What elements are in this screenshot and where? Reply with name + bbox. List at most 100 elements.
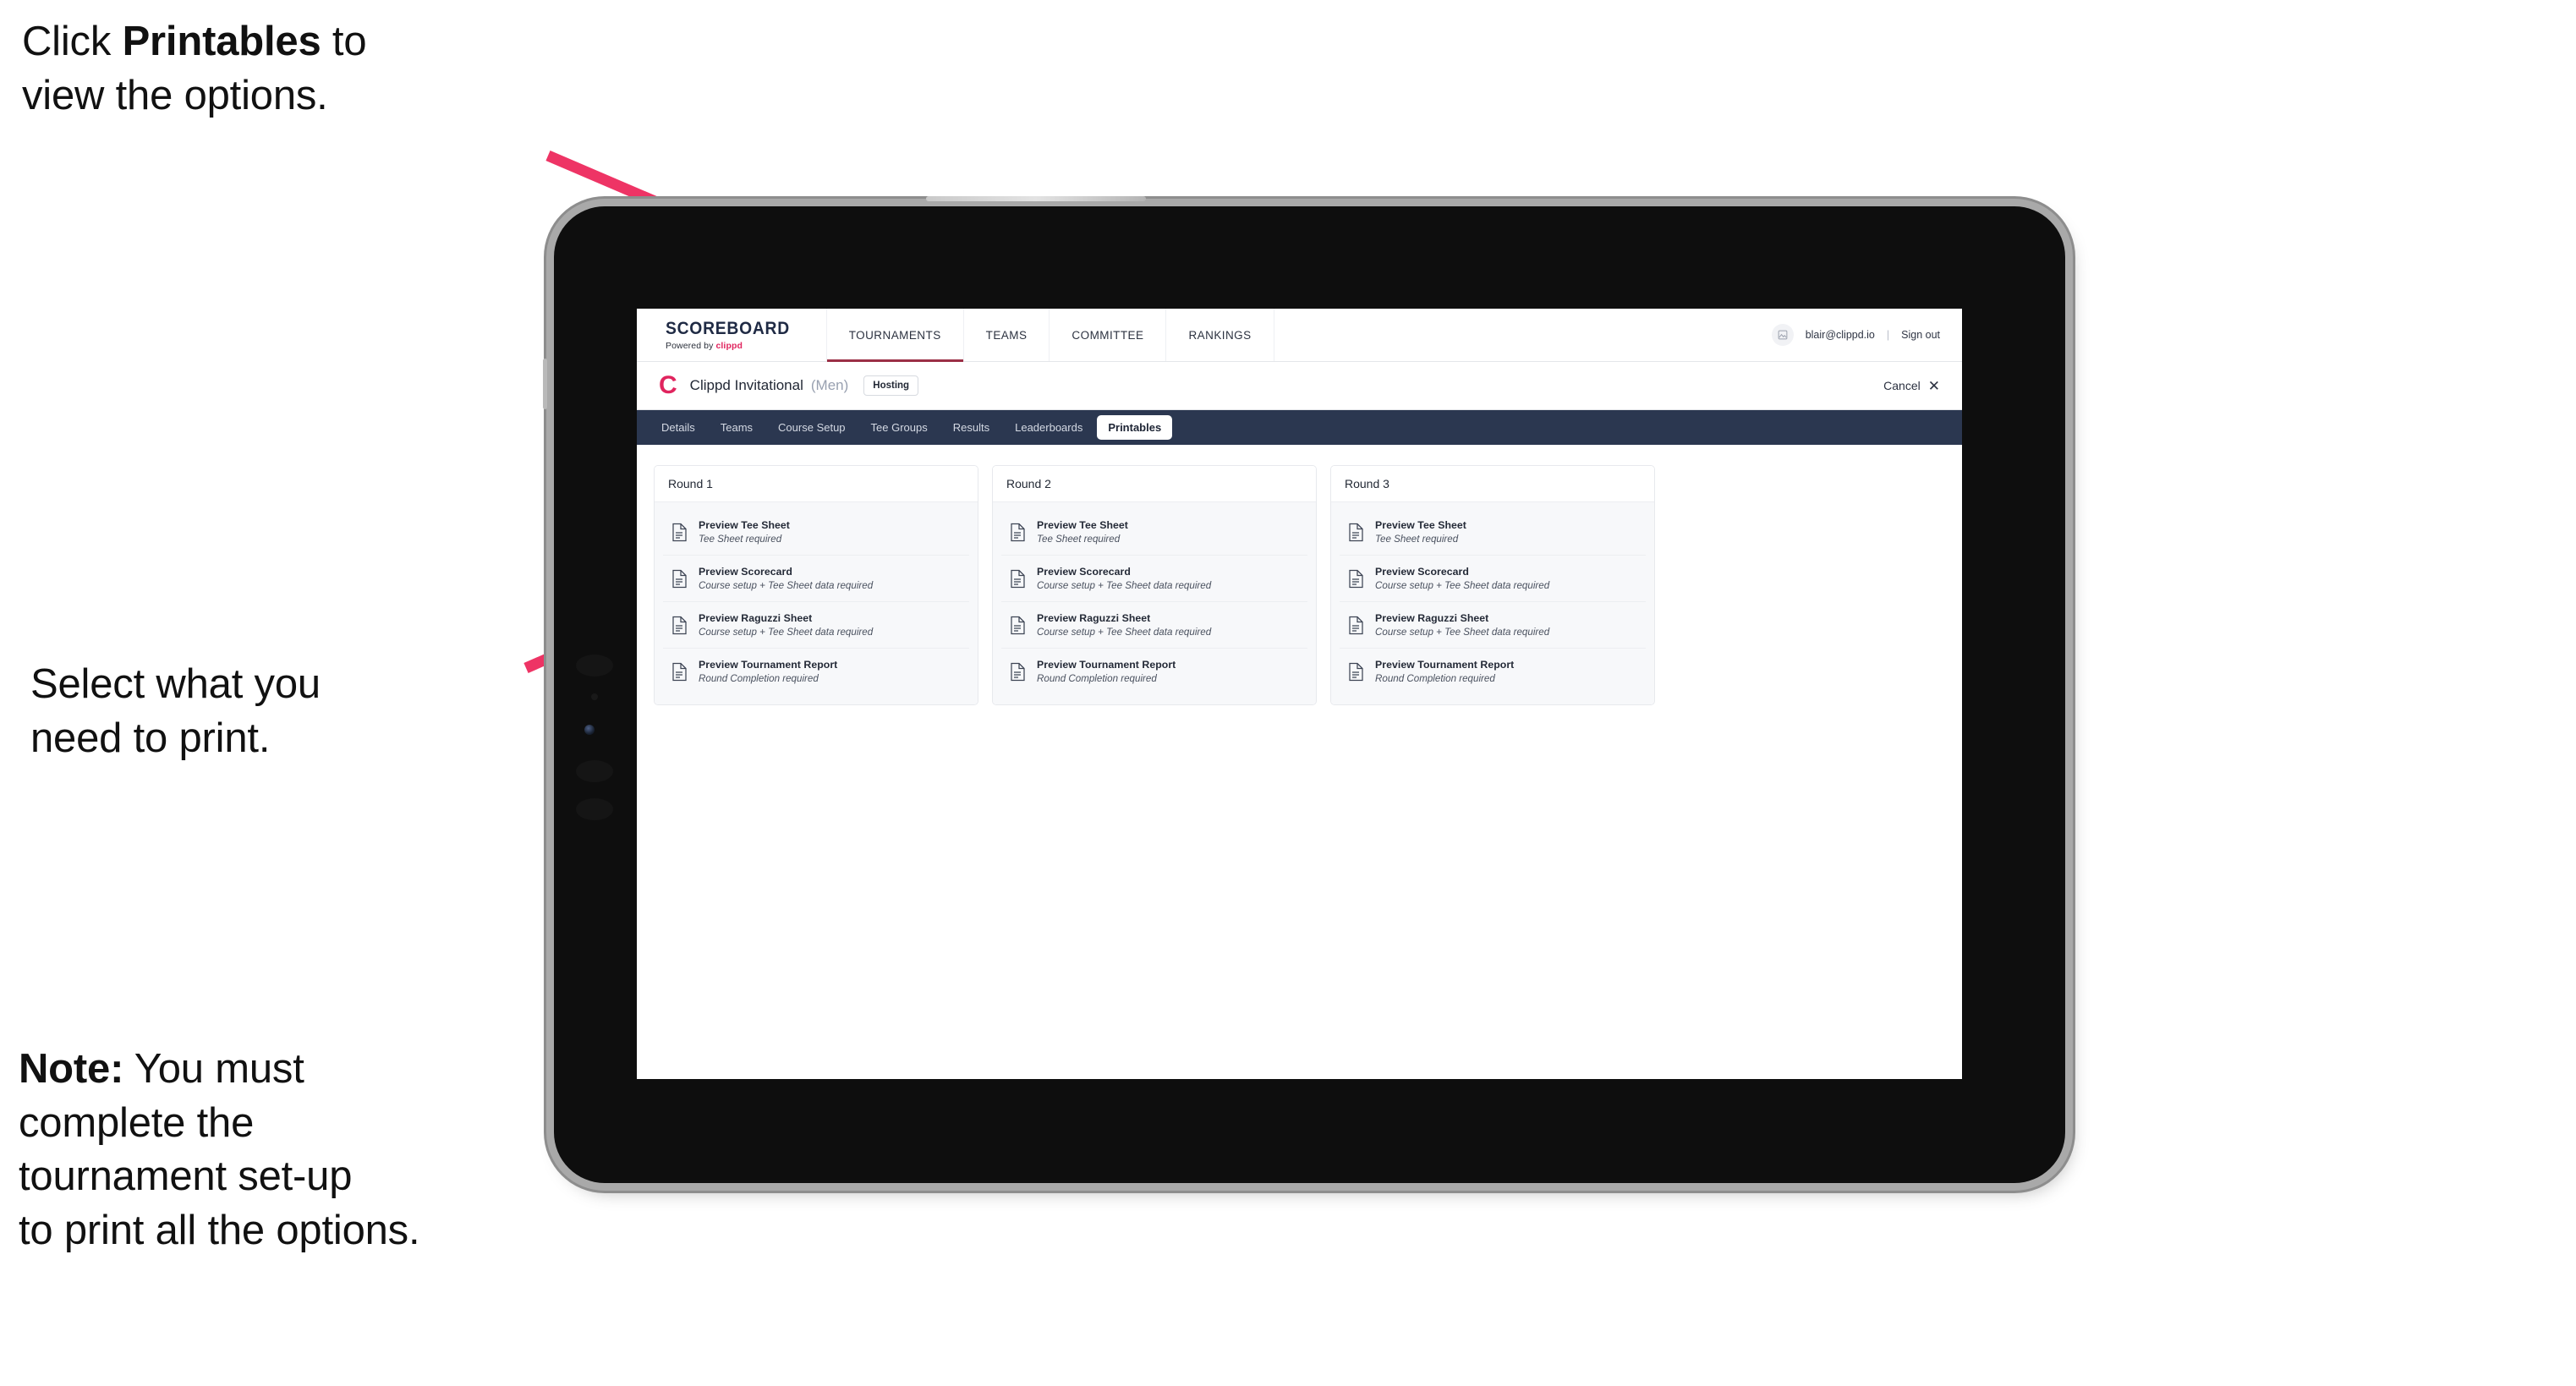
printable-requirement: Tee Sheet required xyxy=(699,534,782,545)
tablet-speaker-dot xyxy=(576,760,613,782)
app-screen: SCOREBOARD Powered by clippd TOURNAMENTS… xyxy=(637,309,1962,1079)
document-icon xyxy=(1010,569,1026,589)
app-top-bar: SCOREBOARD Powered by clippd TOURNAMENTS… xyxy=(637,309,1962,362)
brand-clippd-name: clippd xyxy=(715,340,743,351)
printable-requirement: Round Completion required xyxy=(1037,673,1157,684)
round-heading: Round 1 xyxy=(655,466,978,502)
tab-teams[interactable]: Teams xyxy=(710,415,764,440)
printable-requirement: Course setup + Tee Sheet data required xyxy=(699,627,874,638)
tablet-speaker-dot xyxy=(576,655,613,677)
round-items-list: Preview Tee Sheet Tee Sheet required Pre… xyxy=(1331,502,1654,704)
printable-title: Preview Scorecard xyxy=(1375,566,1469,578)
tab-results[interactable]: Results xyxy=(942,415,1000,440)
printable-row-tee-sheet[interactable]: Preview Tee Sheet Tee Sheet required xyxy=(1001,509,1307,556)
brand-logo[interactable]: SCOREBOARD Powered by clippd xyxy=(637,309,827,361)
round-column: Round 2 Preview Tee Sheet Tee Sheet requ… xyxy=(992,465,1317,705)
printable-row-tournament-report[interactable]: Preview Tournament Report Round Completi… xyxy=(663,649,969,694)
printable-title: Preview Scorecard xyxy=(699,566,792,578)
callout-select-what-to-print: Select what you need to print. xyxy=(30,661,321,761)
document-icon xyxy=(671,569,688,589)
printable-requirement: Round Completion required xyxy=(699,673,819,684)
document-icon xyxy=(1348,616,1364,635)
document-icon xyxy=(1010,523,1026,542)
printable-title: Preview Scorecard xyxy=(1037,566,1131,578)
round-items-list: Preview Tee Sheet Tee Sheet required Pre… xyxy=(655,502,978,704)
tab-printables[interactable]: Printables xyxy=(1097,415,1173,440)
printable-row-tournament-report[interactable]: Preview Tournament Report Round Completi… xyxy=(1001,649,1307,694)
document-icon xyxy=(1348,569,1364,589)
printable-title: Preview Tournament Report xyxy=(1037,659,1176,671)
tablet-front-camera-icon xyxy=(584,725,595,735)
printable-requirement: Course setup + Tee Sheet data required xyxy=(1375,627,1550,638)
tournament-gender: (Men) xyxy=(810,377,849,393)
tab-leaderboards[interactable]: Leaderboards xyxy=(1004,415,1093,440)
tournament-name: Clippd Invitational xyxy=(689,377,803,393)
tablet-speaker-dot xyxy=(576,798,613,820)
tablet-side-button xyxy=(543,359,547,409)
document-icon xyxy=(1348,523,1364,542)
cancel-label: Cancel xyxy=(1883,379,1921,392)
printable-requirement: Course setup + Tee Sheet data required xyxy=(699,580,874,591)
printable-title: Preview Tournament Report xyxy=(1375,659,1515,671)
document-icon xyxy=(671,616,688,635)
tournament-header-bar: C Clippd Invitational (Men) Hosting Canc… xyxy=(637,362,1962,410)
brand-title: SCOREBOARD xyxy=(666,318,790,338)
brand-subtitle: Powered by clippd xyxy=(666,341,801,351)
printable-requirement: Round Completion required xyxy=(1375,673,1495,684)
printable-title: Preview Tee Sheet xyxy=(699,519,790,531)
printable-row-scorecard[interactable]: Preview Scorecard Course setup + Tee She… xyxy=(1340,556,1646,602)
round-column: Round 1 Preview Tee Sheet Tee Sheet requ… xyxy=(654,465,978,705)
printable-title: Preview Raguzzi Sheet xyxy=(1375,612,1489,624)
nav-item-teams[interactable]: TEAMS xyxy=(964,309,1050,361)
callout-click-bold: Printables xyxy=(122,19,321,64)
printable-requirement: Tee Sheet required xyxy=(1037,534,1121,545)
document-icon xyxy=(1010,662,1026,682)
round-heading: Round 3 xyxy=(1331,466,1654,502)
printable-row-raguzzi-sheet[interactable]: Preview Raguzzi Sheet Course setup + Tee… xyxy=(1001,602,1307,649)
close-icon: ✕ xyxy=(1927,377,1940,394)
account-separator: | xyxy=(1886,329,1890,341)
tablet-device-frame: SCOREBOARD Powered by clippd TOURNAMENTS… xyxy=(543,196,2065,1183)
tournament-sub-nav: Details Teams Course Setup Tee Groups Re… xyxy=(637,410,1962,445)
nav-item-rankings[interactable]: RANKINGS xyxy=(1166,309,1274,361)
tab-details[interactable]: Details xyxy=(650,415,706,440)
nav-item-committee[interactable]: COMMITTEE xyxy=(1050,309,1167,361)
user-avatar-icon[interactable] xyxy=(1771,324,1794,346)
nav-item-tournaments[interactable]: TOURNAMENTS xyxy=(826,309,964,362)
primary-nav: TOURNAMENTS TEAMS COMMITTEE RANKINGS xyxy=(826,309,1274,362)
callout-click-printables: Click Printables to view the options. xyxy=(22,15,597,123)
printable-requirement: Course setup + Tee Sheet data required xyxy=(1037,580,1212,591)
hosting-badge: Hosting xyxy=(863,375,919,396)
printable-row-raguzzi-sheet[interactable]: Preview Raguzzi Sheet Course setup + Tee… xyxy=(1340,602,1646,649)
tab-course-setup[interactable]: Course Setup xyxy=(767,415,857,440)
tab-tee-groups[interactable]: Tee Groups xyxy=(860,415,939,440)
round-column: Round 3 Preview Tee Sheet Tee Sheet requ… xyxy=(1330,465,1655,705)
printable-title: Preview Tee Sheet xyxy=(1375,519,1466,531)
round-items-list: Preview Tee Sheet Tee Sheet required Pre… xyxy=(993,502,1316,704)
printable-title: Preview Raguzzi Sheet xyxy=(1037,612,1151,624)
printable-row-raguzzi-sheet[interactable]: Preview Raguzzi Sheet Course setup + Tee… xyxy=(663,602,969,649)
document-icon xyxy=(1348,662,1364,682)
brand-powered-by: Powered by xyxy=(666,340,716,351)
printable-row-tee-sheet[interactable]: Preview Tee Sheet Tee Sheet required xyxy=(663,509,969,556)
cancel-button[interactable]: Cancel ✕ xyxy=(1883,379,1940,393)
sign-out-link[interactable]: Sign out xyxy=(1901,329,1940,341)
clippd-logo-icon: C xyxy=(659,371,677,399)
printable-row-tee-sheet[interactable]: Preview Tee Sheet Tee Sheet required xyxy=(1340,509,1646,556)
user-email-label: blair@clippd.io xyxy=(1805,329,1875,341)
printable-requirement: Course setup + Tee Sheet data required xyxy=(1375,580,1550,591)
document-icon xyxy=(1010,616,1026,635)
printable-row-scorecard[interactable]: Preview Scorecard Course setup + Tee She… xyxy=(663,556,969,602)
tablet-sensor-dot xyxy=(591,693,598,700)
document-icon xyxy=(671,523,688,542)
account-area: blair@clippd.io | Sign out xyxy=(1771,309,1962,361)
printable-title: Preview Tournament Report xyxy=(699,659,838,671)
document-icon xyxy=(671,662,688,682)
printable-title: Preview Tee Sheet xyxy=(1037,519,1128,531)
printable-row-scorecard[interactable]: Preview Scorecard Course setup + Tee She… xyxy=(1001,556,1307,602)
callout-note-bold: Note: xyxy=(19,1046,124,1092)
printable-title: Preview Raguzzi Sheet xyxy=(699,612,813,624)
tablet-top-speaker xyxy=(926,196,1146,201)
printable-row-tournament-report[interactable]: Preview Tournament Report Round Completi… xyxy=(1340,649,1646,694)
round-heading: Round 2 xyxy=(993,466,1316,502)
